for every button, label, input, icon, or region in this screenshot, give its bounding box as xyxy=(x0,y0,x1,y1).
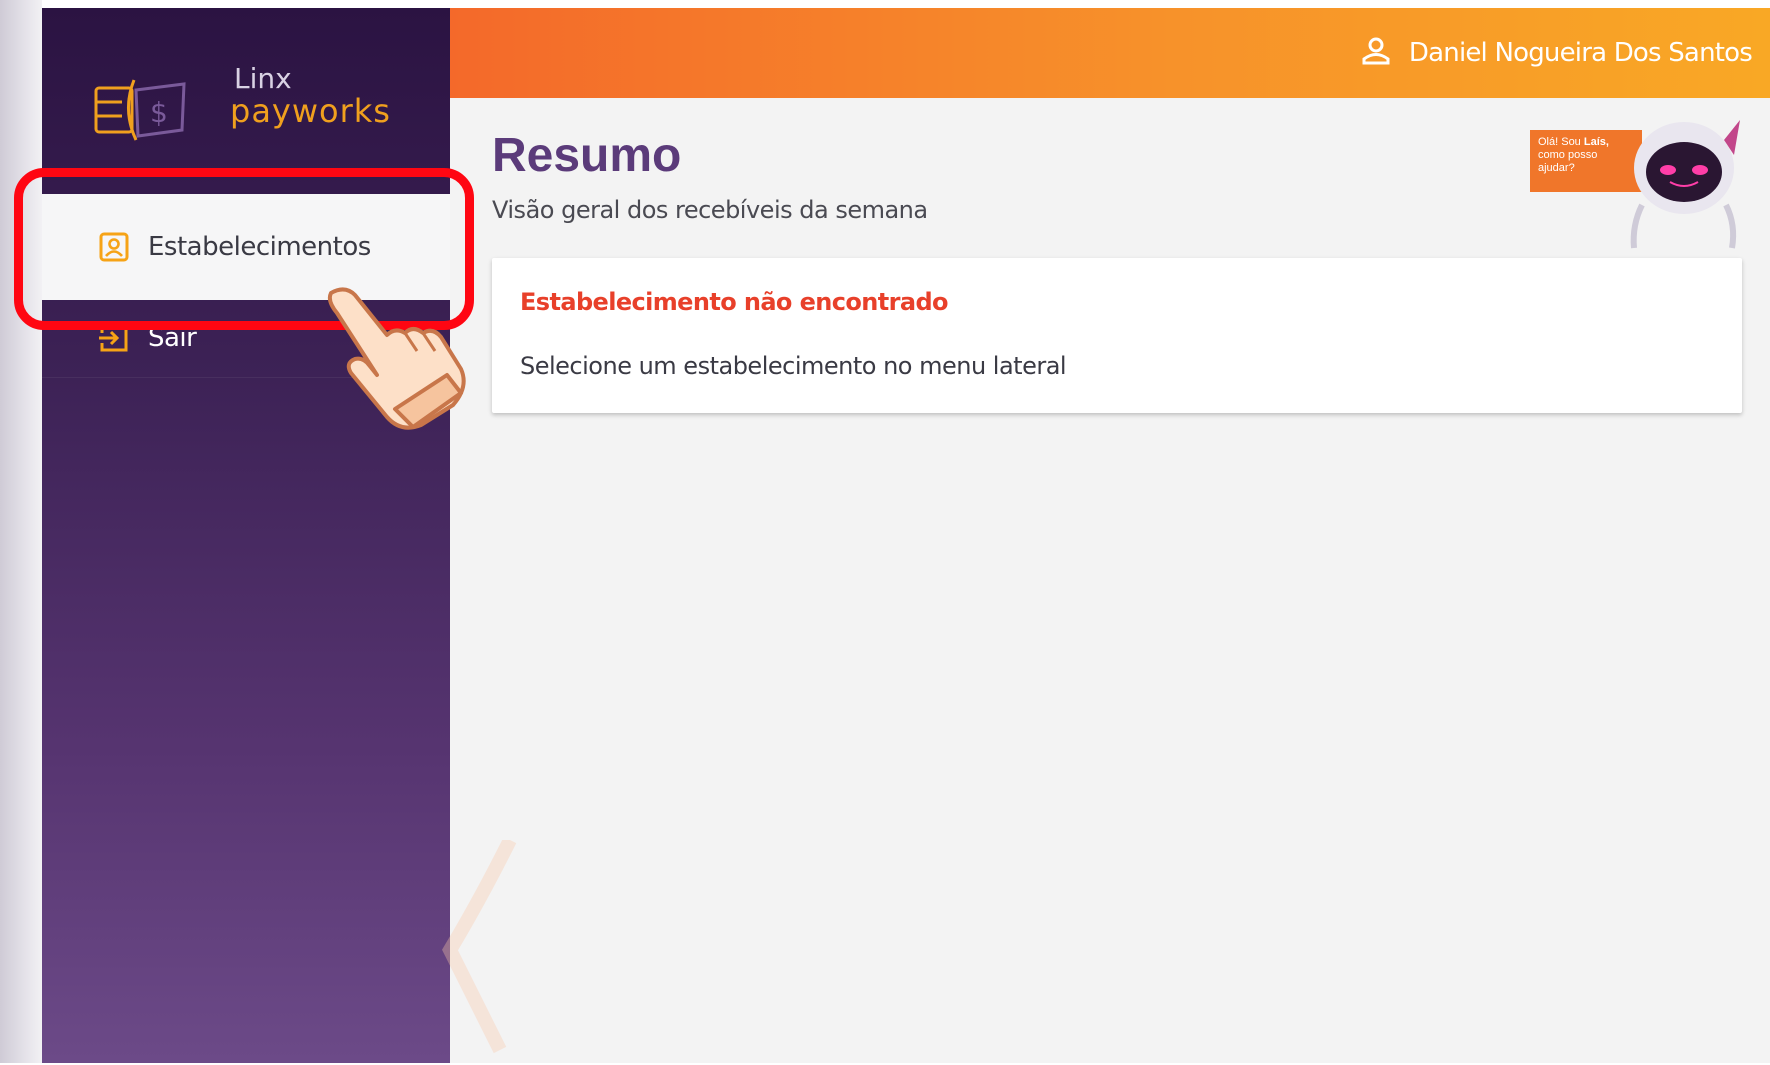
svg-text:payworks: payworks xyxy=(230,92,391,130)
top-header: Daniel Nogueira Dos Santos xyxy=(450,8,1770,98)
logo-graphic: $ Linx payworks xyxy=(94,62,391,141)
assistant-line3: ajudar? xyxy=(1538,162,1575,174)
user-name: Daniel Nogueira Dos Santos xyxy=(1408,38,1753,68)
assistant-widget[interactable]: Olá! Sou Laís, como posso ajudar? xyxy=(1530,110,1755,255)
pointing-hand-icon xyxy=(325,283,475,433)
assistant-name: Laís, xyxy=(1583,136,1609,148)
svg-text:Linx: Linx xyxy=(234,62,292,95)
user-icon xyxy=(1361,36,1391,71)
left-background xyxy=(0,0,42,1063)
page-subtitle: Visão geral dos recebíveis da semana xyxy=(492,196,928,224)
assistant-greeting: Olá! Sou xyxy=(1538,136,1584,148)
card-title: Estabelecimento não encontrado xyxy=(520,288,949,316)
robot-mascot-icon xyxy=(1622,110,1757,255)
linx-payworks-logo[interactable]: $ Linx payworks xyxy=(92,50,412,160)
sidebar: $ Linx payworks Estabelecimentos Sair xyxy=(42,8,450,1063)
decorative-swoosh xyxy=(440,836,540,1060)
empty-state-card: Estabelecimento não encontrado Selecione… xyxy=(492,258,1742,413)
assistant-line2: como posso xyxy=(1538,149,1598,161)
card-message: Selecione um estabelecimento no menu lat… xyxy=(520,352,1067,380)
page-title: Resumo xyxy=(492,129,682,182)
svg-text:$: $ xyxy=(150,96,168,129)
user-menu[interactable]: Daniel Nogueira Dos Santos xyxy=(1361,8,1753,98)
